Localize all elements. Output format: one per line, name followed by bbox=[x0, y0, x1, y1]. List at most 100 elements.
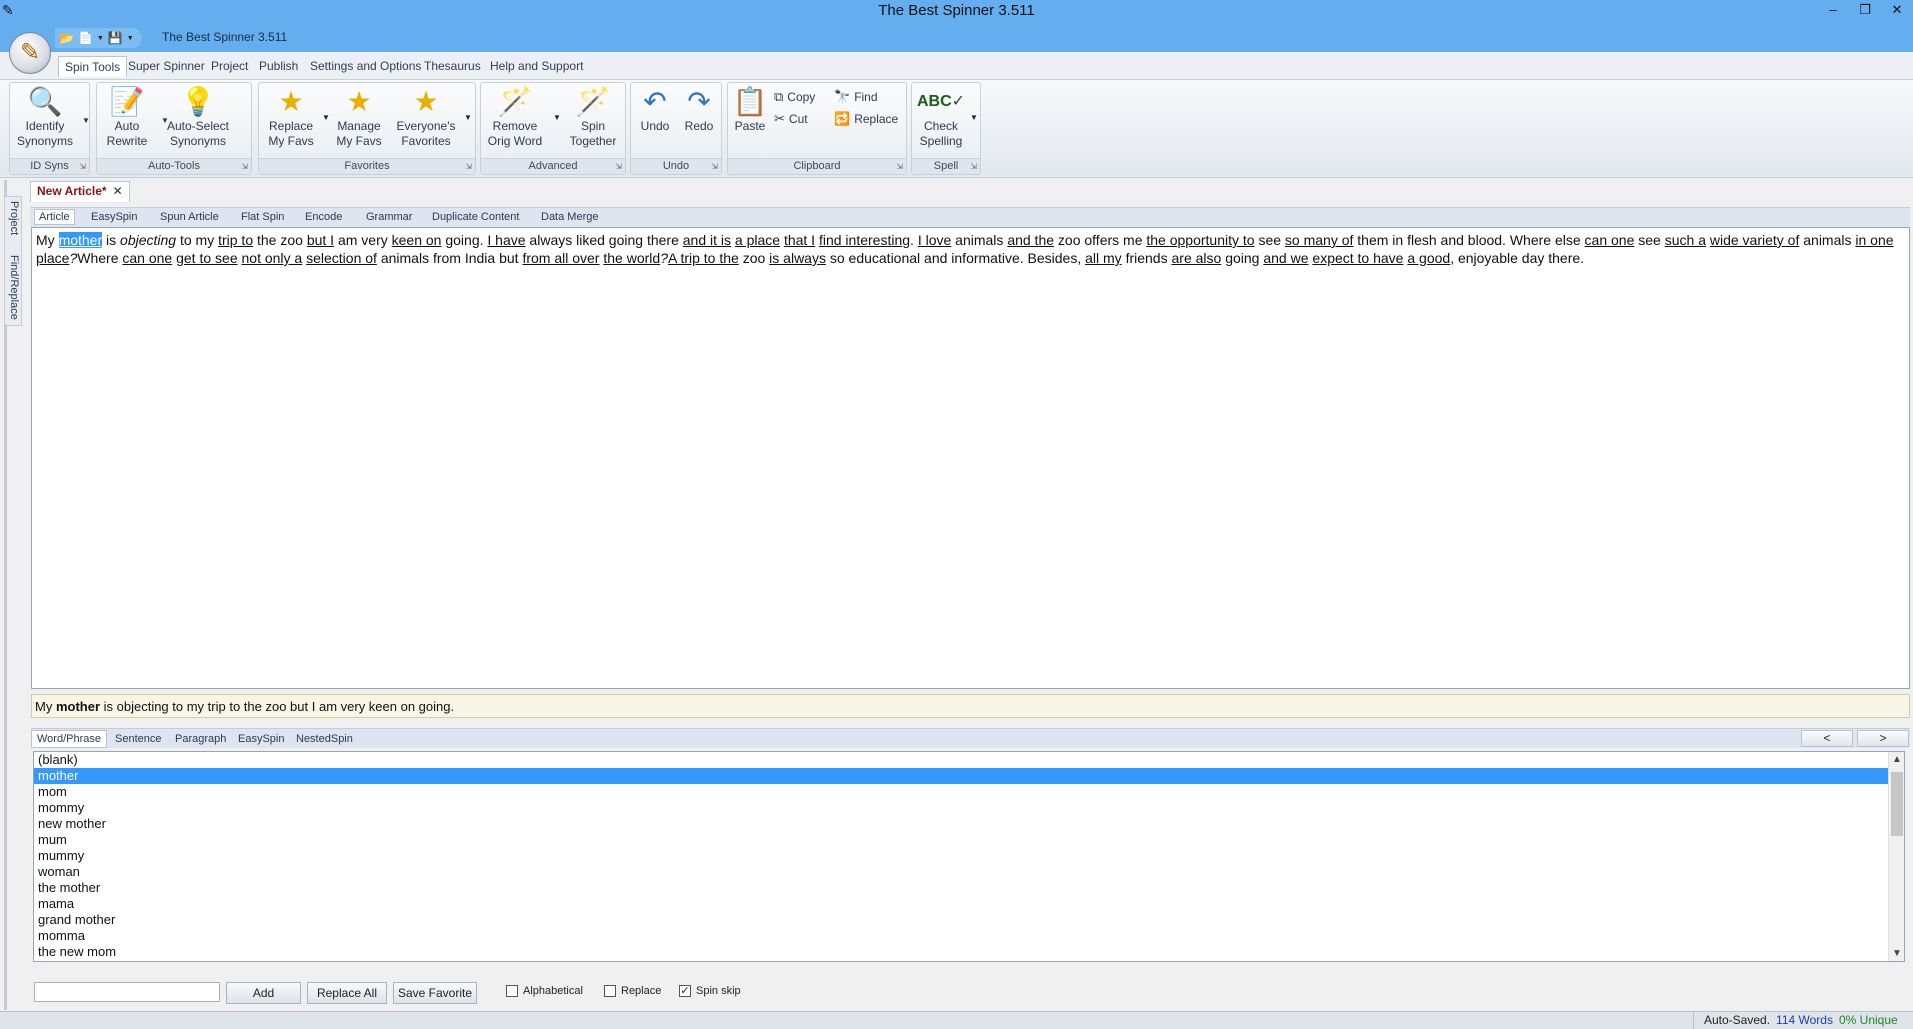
tab-easyspin[interactable]: EasySpin bbox=[91, 211, 137, 223]
tab-data-merge[interactable]: Data Merge bbox=[541, 211, 598, 223]
manage-my-favs-button[interactable]: ★ Manage My Favs bbox=[331, 85, 387, 149]
window-title: The Best Spinner 3.511 bbox=[878, 2, 1035, 19]
synonym-item[interactable]: new mother bbox=[34, 816, 1888, 832]
everyones-favorites-label-1: Everyone's bbox=[396, 119, 456, 133]
chevron-down-icon[interactable]: ▼ bbox=[82, 113, 90, 128]
redo-button[interactable]: ↷ Redo bbox=[679, 85, 719, 134]
tab-project[interactable]: Project bbox=[211, 59, 248, 73]
replace-my-favs-label-2: My Favs bbox=[268, 134, 314, 148]
dialog-launcher-icon[interactable]: ⇲ bbox=[970, 162, 977, 171]
chevron-down-icon[interactable]: ▼ bbox=[322, 113, 330, 122]
tab-grammar[interactable]: Grammar bbox=[366, 211, 412, 223]
article-editor[interactable]: My mother is objecting to my trip to the… bbox=[31, 227, 1910, 689]
scroll-down-icon[interactable]: ▼ bbox=[1889, 948, 1905, 959]
customize-qat-icon[interactable]: ▼ bbox=[127, 35, 134, 42]
paste-button[interactable]: 📋 Paste bbox=[732, 85, 768, 134]
tab-thesaurus[interactable]: Thesaurus bbox=[424, 59, 481, 73]
tab-settings-and-options[interactable]: Settings and Options bbox=[310, 59, 421, 73]
spin-together-button[interactable]: 🪄 Spin Together bbox=[565, 85, 621, 149]
synonym-item[interactable]: grand mother bbox=[34, 912, 1888, 928]
close-button[interactable]: ✕ bbox=[1881, 0, 1913, 22]
minimize-button[interactable]: – bbox=[1817, 0, 1849, 22]
save-icon[interactable]: 💾 bbox=[108, 31, 123, 45]
synonym-item[interactable]: mum bbox=[34, 832, 1888, 848]
auto-rewrite-button[interactable]: 📝 Auto Rewrite ▼ bbox=[101, 85, 169, 149]
tab-spun-article[interactable]: Spun Article bbox=[160, 211, 219, 223]
close-icon[interactable]: ✕ bbox=[113, 184, 123, 198]
dialog-launcher-icon[interactable]: ⇲ bbox=[241, 162, 248, 171]
tab-project-side[interactable]: Project bbox=[8, 201, 20, 235]
synonym-item[interactable]: (blank) bbox=[34, 752, 1888, 768]
find-button[interactable]: 🔭 Find bbox=[834, 89, 878, 105]
next-button[interactable]: > bbox=[1857, 730, 1909, 747]
tab-encode[interactable]: Encode bbox=[305, 211, 342, 223]
everyones-favorites-button[interactable]: ★ Everyone's Favorites bbox=[393, 85, 459, 149]
vertical-scrollbar[interactable]: ▲ ▼ bbox=[1888, 752, 1904, 961]
new-synonym-input[interactable] bbox=[34, 982, 220, 1002]
dialog-launcher-icon[interactable]: ⇲ bbox=[465, 162, 472, 171]
new-document-icon[interactable]: 📄 bbox=[78, 31, 93, 45]
spinnable-phrase: I have bbox=[487, 232, 526, 248]
replace-my-favs-button[interactable]: ★ Replace My Favs bbox=[263, 85, 319, 149]
remove-orig-word-button[interactable]: 🪄 Remove Orig Word bbox=[485, 85, 545, 149]
tab-help-and-support[interactable]: Help and Support bbox=[490, 59, 583, 73]
synonym-item[interactable]: woman bbox=[34, 864, 1888, 880]
synonym-item[interactable]: mother bbox=[34, 768, 1888, 784]
synonym-item[interactable]: mama bbox=[34, 896, 1888, 912]
restore-button[interactable]: ❐ bbox=[1849, 0, 1881, 22]
tab-nestedspin[interactable]: NestedSpin bbox=[296, 733, 353, 745]
scroll-up-icon[interactable]: ▲ bbox=[1889, 754, 1905, 765]
chevron-down-icon[interactable]: ▼ bbox=[464, 113, 472, 122]
tab-find-replace-side[interactable]: Find/Replace bbox=[8, 255, 20, 320]
synonym-item[interactable]: mom bbox=[34, 784, 1888, 800]
document-tab[interactable]: New Article* ✕ bbox=[30, 181, 130, 202]
synonym-item[interactable]: momma bbox=[34, 928, 1888, 944]
scrollbar-thumb[interactable] bbox=[1891, 772, 1903, 836]
undo-button[interactable]: ↶ Undo bbox=[635, 85, 675, 134]
chevron-down-icon[interactable]: ▼ bbox=[97, 35, 104, 42]
everyones-favorites-label-2: Favorites bbox=[401, 134, 451, 148]
identify-synonyms-button[interactable]: 🔍 Identify Synonyms ▼ bbox=[14, 85, 90, 149]
tab-easyspin-bottom[interactable]: EasySpin bbox=[238, 733, 284, 745]
chevron-down-icon[interactable]: ▼ bbox=[970, 113, 978, 122]
synonym-list[interactable]: (blank) mother mom mommy new mother mum mummy w… bbox=[33, 751, 1905, 962]
group-label: Advanced bbox=[481, 158, 625, 174]
dialog-launcher-icon[interactable]: ⇲ bbox=[711, 162, 718, 171]
auto-select-synonyms-button[interactable]: 💡 Auto-Select Synonyms ▼ bbox=[165, 85, 313, 149]
replace-checkbox[interactable]: Replace bbox=[604, 985, 661, 997]
alphabetical-checkbox[interactable]: Alphabetical bbox=[506, 985, 583, 997]
tab-super-spinner[interactable]: Super Spinner bbox=[128, 59, 205, 73]
synonym-item[interactable]: the new mom bbox=[34, 944, 1888, 960]
replace-button[interactable]: 🔁 Replace bbox=[834, 111, 898, 127]
replace-all-button[interactable]: Replace All bbox=[307, 982, 387, 1004]
group-favorites: ★ Replace My Favs ▼ ★ Manage My Favs ★ E… bbox=[258, 82, 476, 175]
dialog-launcher-icon[interactable]: ⇲ bbox=[896, 162, 903, 171]
dialog-launcher-icon[interactable]: ⇲ bbox=[615, 162, 622, 171]
copy-button[interactable]: ⧉ Copy bbox=[774, 89, 815, 105]
previous-button[interactable]: < bbox=[1801, 730, 1853, 747]
group-label: ID Syns bbox=[10, 158, 89, 174]
save-favorite-button[interactable]: Save Favorite bbox=[393, 982, 477, 1004]
check-spelling-button[interactable]: ABC✓ Check Spelling bbox=[916, 85, 966, 149]
tab-article[interactable]: Article bbox=[34, 209, 75, 225]
application-menu-button[interactable]: ✎ bbox=[9, 32, 51, 74]
tab-paragraph[interactable]: Paragraph bbox=[175, 733, 226, 745]
article-text: animals bbox=[1799, 232, 1856, 248]
tab-spin-tools[interactable]: Spin Tools bbox=[58, 56, 128, 77]
chevron-down-icon[interactable]: ▼ bbox=[553, 113, 561, 122]
tab-word-phrase[interactable]: Word/Phrase bbox=[31, 730, 107, 748]
cut-button[interactable]: ✂ Cut bbox=[774, 111, 808, 127]
dialog-launcher-icon[interactable]: ⇲ bbox=[79, 162, 86, 171]
synonym-item[interactable]: the mother bbox=[34, 880, 1888, 896]
tab-publish[interactable]: Publish bbox=[259, 59, 298, 73]
tab-duplicate-content[interactable]: Duplicate Content bbox=[432, 211, 519, 223]
tab-sentence[interactable]: Sentence bbox=[115, 733, 161, 745]
open-folder-icon[interactable]: 📂 bbox=[59, 31, 74, 45]
synonym-item[interactable]: mommy bbox=[34, 800, 1888, 816]
add-button[interactable]: Add bbox=[226, 982, 301, 1004]
tab-flat-spin[interactable]: Flat Spin bbox=[241, 211, 284, 223]
ribbon: 🔍 Identify Synonyms ▼ ID Syns ⇲ 📝 Auto R… bbox=[0, 80, 1913, 178]
synonym-item[interactable]: mummy bbox=[34, 848, 1888, 864]
remove-orig-word-label-1: Remove bbox=[492, 119, 538, 133]
spin-skip-checkbox[interactable]: ✓ Spin skip bbox=[679, 985, 741, 997]
